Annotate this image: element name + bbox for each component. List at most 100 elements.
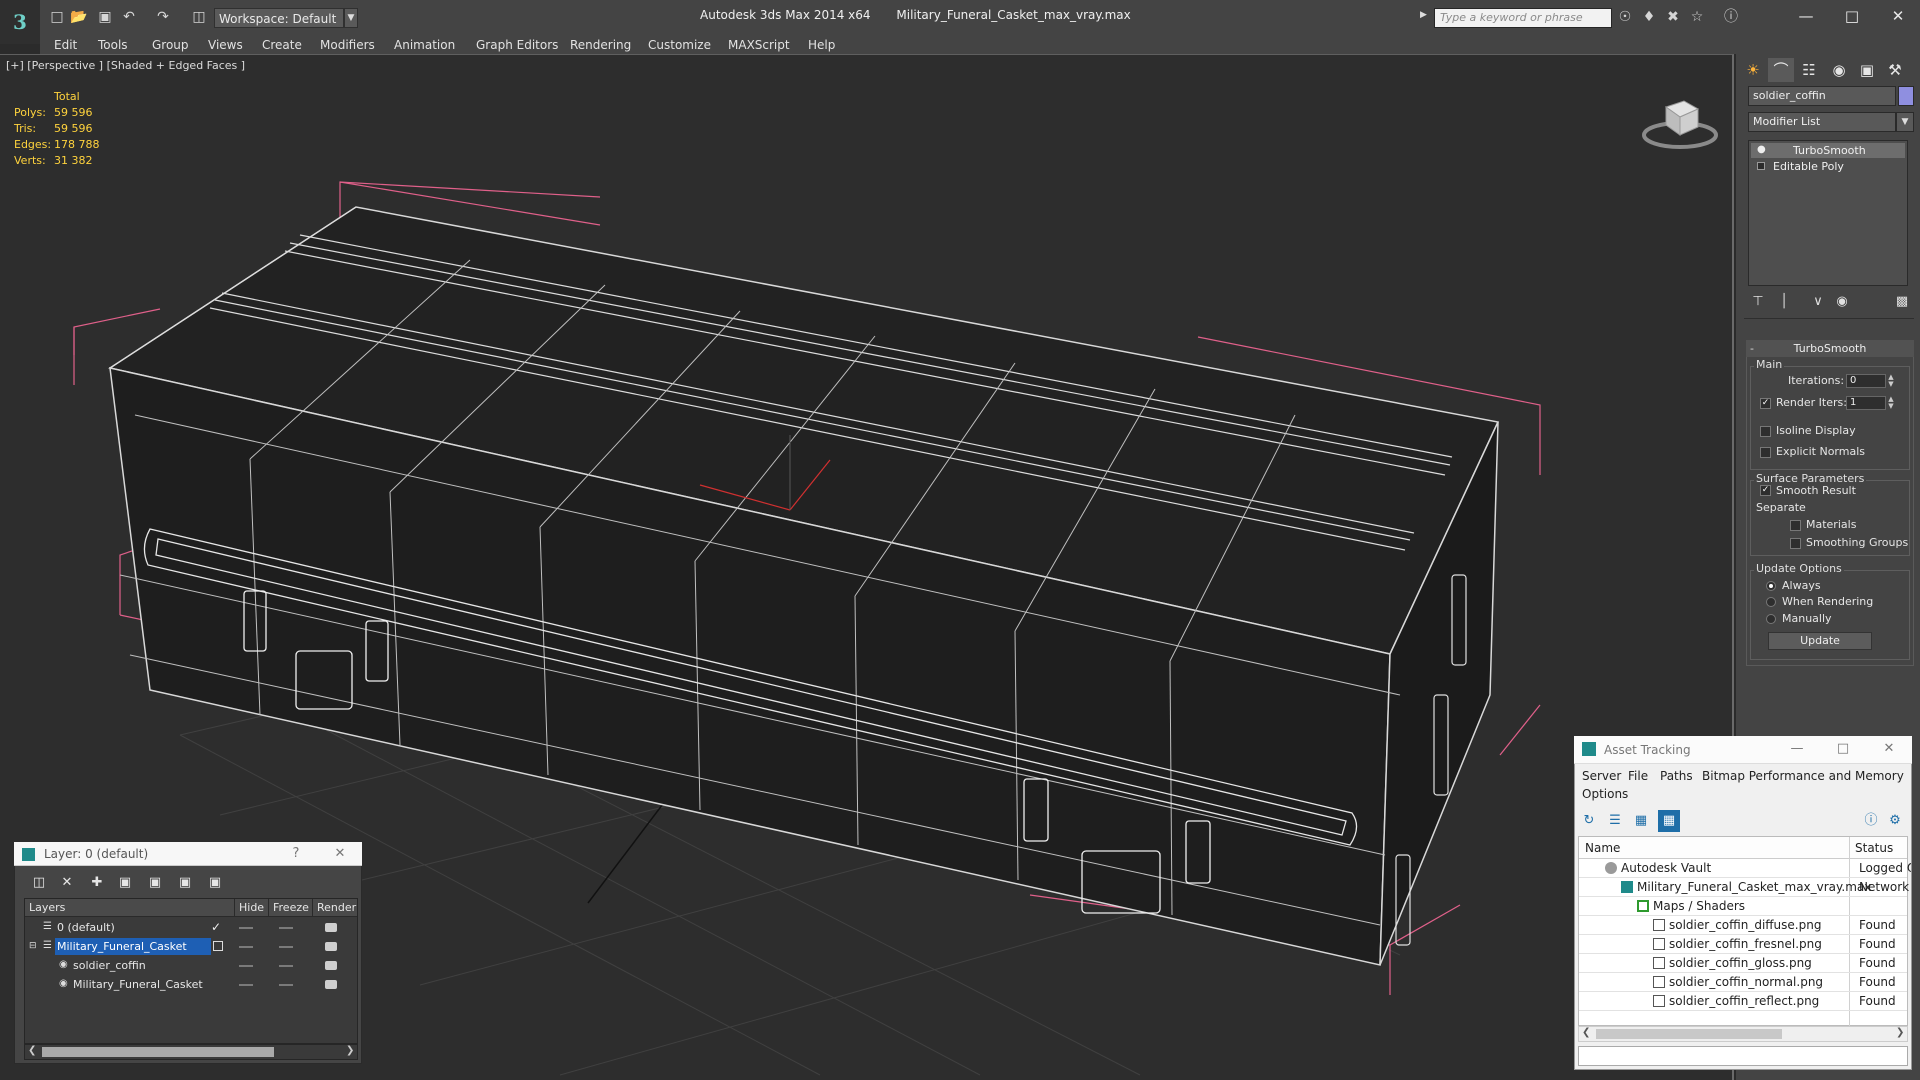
show-end-result-icon[interactable]: │ [1774, 292, 1794, 312]
minimize-icon[interactable]: — [1782, 739, 1812, 759]
lightbulb-icon[interactable]: ● [1757, 145, 1766, 155]
hide-toggle[interactable] [239, 946, 253, 948]
maximize-icon[interactable]: □ [1828, 739, 1858, 759]
object-name-field[interactable]: soldier_coffin [1748, 86, 1896, 106]
help-icon[interactable]: ⓘ [1860, 810, 1882, 832]
expand-plus-icon[interactable] [1757, 162, 1765, 170]
table-row[interactable]: soldier_coffin_gloss.png Found [1579, 954, 1907, 973]
chevron-down-icon[interactable]: ▼ [1896, 112, 1914, 132]
modify-tab-icon[interactable]: ⌒ [1768, 58, 1794, 82]
exchange-icon[interactable]: ✖ [1664, 9, 1682, 25]
redo-icon[interactable]: ↷ [154, 9, 172, 25]
menu-modifiers[interactable]: Modifiers [320, 36, 375, 54]
binoculars-icon[interactable]: ☉ [1616, 9, 1634, 25]
close-icon[interactable]: ✕ [1874, 739, 1904, 759]
table-row[interactable]: soldier_coffin_normal.png Found [1579, 973, 1907, 992]
table-row[interactable]: Military_Funeral_Casket_max_vray.max Net… [1579, 878, 1911, 897]
collapse-minus-icon[interactable]: ⊟ [29, 941, 39, 951]
freeze-toggle[interactable] [279, 984, 293, 986]
render-iters-spinner[interactable]: 1 [1846, 396, 1886, 410]
column-name[interactable]: Name [1585, 837, 1620, 859]
spinner-arrows-icon[interactable]: ▲ ▼ [1886, 374, 1896, 388]
radio-always[interactable] [1766, 581, 1776, 591]
menu-tools[interactable]: Tools [98, 36, 128, 54]
save-file-icon[interactable]: ▣ [96, 9, 114, 25]
utilities-tab-icon[interactable]: ⚒ [1882, 58, 1908, 82]
collapse-minus-icon[interactable]: - [1750, 340, 1754, 357]
layer-row[interactable]: ⊟ ☰ Military_Funeral_Casket [25, 938, 357, 957]
render-teapot-icon[interactable] [325, 942, 337, 951]
menu-options[interactable]: Options [1582, 786, 1628, 802]
menu-views[interactable]: Views [208, 36, 243, 54]
radio-manually[interactable] [1766, 614, 1776, 624]
hide-toggle[interactable] [239, 984, 253, 986]
scroll-left-icon[interactable]: ❮ [28, 1045, 36, 1056]
smooth-result-checkbox[interactable]: ✓ [1760, 485, 1771, 496]
search-input[interactable]: Type a keyword or phrase [1434, 8, 1612, 28]
freeze-all-icon[interactable]: ▣ [204, 872, 226, 894]
remove-modifier-icon[interactable]: ◉ [1832, 292, 1852, 312]
close-icon[interactable]: ✕ [1876, 4, 1920, 28]
modifier-list-dropdown[interactable]: Modifier List [1748, 112, 1896, 132]
column-render[interactable]: Render [317, 899, 356, 917]
hide-toggle[interactable] [239, 965, 253, 967]
menu-server[interactable]: Server [1582, 768, 1621, 784]
iterations-spinner[interactable]: 0 [1846, 374, 1886, 388]
table-view-icon[interactable]: ▦ [1658, 810, 1680, 832]
active-checkmark-icon[interactable]: ✓ [211, 921, 221, 933]
menu-animation[interactable]: Animation [394, 36, 455, 54]
list-view-icon[interactable]: ☰ [1604, 810, 1626, 832]
chevron-down-icon[interactable]: ▼ [344, 8, 358, 28]
hierarchy-tab-icon[interactable]: ☷ [1796, 58, 1822, 82]
materials-checkbox[interactable] [1790, 520, 1801, 531]
hide-all-icon[interactable]: ▣ [174, 872, 196, 894]
layer-row[interactable]: ☰ 0 (default) ✓ [25, 919, 357, 938]
menu-rendering[interactable]: Rendering [570, 36, 631, 54]
help-icon[interactable]: ⓘ [1722, 9, 1740, 25]
column-layers[interactable]: Layers [29, 899, 65, 917]
scrollbar-thumb[interactable] [1596, 1029, 1782, 1039]
render-teapot-icon[interactable] [325, 923, 337, 932]
stack-item-turbosmooth[interactable]: ● TurboSmooth [1751, 143, 1905, 158]
scroll-right-icon[interactable]: ❯ [346, 1045, 354, 1056]
table-row[interactable]: Autodesk Vault Logged O [1579, 859, 1911, 878]
menu-bitmap-performance[interactable]: Bitmap Performance and Memory [1702, 768, 1904, 784]
rollout-header[interactable]: TurboSmooth [1746, 340, 1914, 357]
spinner-arrows-icon[interactable]: ▲ ▼ [1886, 396, 1896, 410]
delete-layer-icon[interactable]: ✕ [56, 872, 78, 894]
smoothing-groups-checkbox[interactable] [1790, 538, 1801, 549]
scrollbar-thumb[interactable] [42, 1047, 274, 1057]
menu-maxscript[interactable]: MAXScript [728, 36, 790, 54]
make-unique-icon[interactable]: ∨ [1808, 292, 1828, 312]
render-teapot-icon[interactable] [325, 980, 337, 989]
app-logo-button[interactable]: 3 [0, 0, 40, 44]
stack-item-editable-poly[interactable]: Editable Poly [1751, 159, 1905, 174]
scroll-left-icon[interactable]: ❮ [1582, 1027, 1590, 1038]
table-row[interactable]: soldier_coffin_fresnel.png Found [1579, 935, 1907, 954]
freeze-toggle[interactable] [279, 946, 293, 948]
menu-file[interactable]: File [1628, 768, 1648, 784]
update-button[interactable]: Update [1768, 632, 1872, 650]
favorites-star-icon[interactable]: ☆ [1688, 9, 1706, 25]
communication-center-icon[interactable]: ♦ [1640, 9, 1658, 25]
table-row[interactable]: soldier_coffin_reflect.png Found [1579, 992, 1907, 1011]
column-hide[interactable]: Hide [239, 899, 264, 917]
highlight-selected-icon[interactable]: ▣ [144, 872, 166, 894]
isoline-display-checkbox[interactable] [1760, 426, 1771, 437]
pin-stack-icon[interactable]: ⊤ [1748, 292, 1768, 312]
table-row[interactable]: soldier_coffin_diffuse.png Found [1579, 916, 1907, 935]
column-freeze[interactable]: Freeze [273, 899, 309, 917]
radio-when-rendering[interactable] [1766, 597, 1776, 607]
menu-create[interactable]: Create [262, 36, 302, 54]
undo-icon[interactable]: ↶ [120, 9, 138, 25]
add-to-layer-icon[interactable]: ✚ [86, 872, 108, 894]
settings-icon[interactable]: ⚙ [1884, 810, 1906, 832]
scroll-right-icon[interactable]: ❯ [1896, 1027, 1904, 1038]
menu-group[interactable]: Group [152, 36, 189, 54]
display-tab-icon[interactable]: ▣ [1854, 58, 1880, 82]
menu-customize[interactable]: Customize [648, 36, 711, 54]
project-folder-icon[interactable]: ◫ [190, 9, 208, 25]
render-iters-checkbox[interactable]: ✓ [1760, 398, 1771, 409]
new-file-icon[interactable]: □ [48, 9, 66, 25]
minimize-icon[interactable]: — [1784, 4, 1828, 28]
